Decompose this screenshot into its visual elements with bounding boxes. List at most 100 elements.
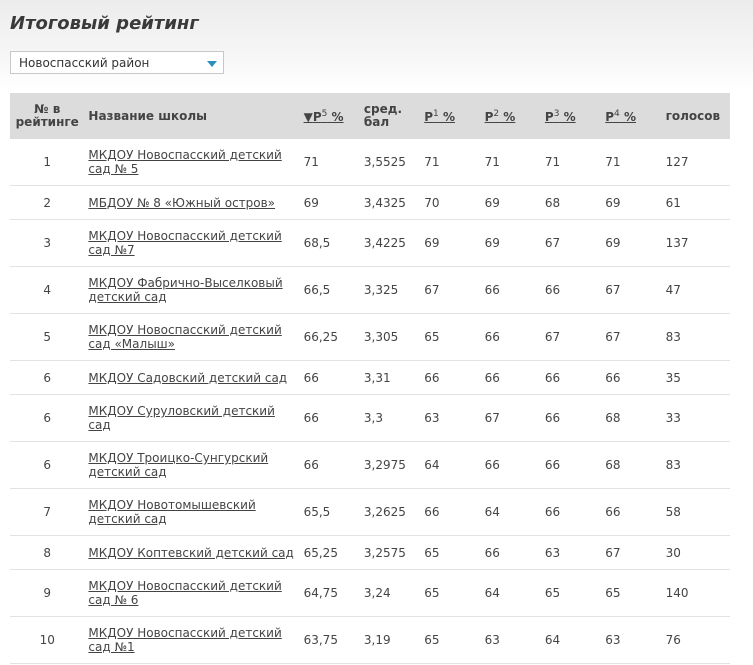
school-link[interactable]: МКДОУ Садовский детский сад [88, 371, 287, 385]
sort-desc-icon: ▼ [303, 110, 313, 124]
cell-avg: 3,2975 [359, 441, 421, 489]
cell-p2: 69 [480, 219, 541, 267]
table-row: 4 МКДОУ Фабрично-Выселковый детский сад … [10, 266, 730, 314]
cell-votes: 47 [661, 266, 730, 314]
cell-p3: 68 [540, 185, 602, 220]
school-link[interactable]: МКДОУ Новотомышевский детский сад [88, 498, 255, 526]
cell-p4: 66 [601, 360, 662, 395]
school-link[interactable]: МКДОУ Новоспасский детский сад «Малыш» [88, 323, 281, 351]
cell-p3: 66 [540, 360, 602, 395]
cell-rank: 2 [10, 185, 85, 220]
cell-p4: 65 [601, 569, 662, 617]
school-link[interactable]: МКДОУ Новоспасский детский сад №7 [88, 229, 281, 257]
table-row: 10 МКДОУ Новоспасский детский сад №1 63,… [10, 616, 730, 664]
table-row: 9 МКДОУ Новоспасский детский сад № 6 64,… [10, 569, 730, 617]
sort-p5-link[interactable]: ▼P5 % [303, 109, 344, 124]
col-header-p3: P3 % [540, 93, 602, 139]
cell-p4: 71 [601, 139, 662, 186]
cell-name: МКДОУ Новоспасский детский сад №1 [84, 616, 300, 664]
cell-p4: 63 [601, 616, 662, 664]
sort-p3-link[interactable]: P3 % [545, 109, 576, 124]
cell-p5: 66,5 [299, 266, 360, 314]
table-row: 2 МБДОУ № 8 «Южный остров» 69 3,4325 70 … [10, 185, 730, 220]
school-link[interactable]: МКДОУ Троицко-Сунгурский детский сад [88, 451, 268, 479]
col-header-avg: сред. бал [359, 93, 421, 139]
cell-p5: 66,25 [299, 313, 360, 361]
cell-avg: 3,5525 [359, 139, 421, 186]
cell-avg: 3,305 [359, 313, 421, 361]
cell-name: МКДОУ Суруловский детский сад [84, 394, 300, 442]
school-link[interactable]: МКДОУ Новоспасский детский сад № 6 [88, 579, 281, 607]
cell-p3: 64 [540, 616, 602, 664]
cell-p3: 66 [540, 266, 602, 314]
sort-p2-link[interactable]: P2 % [485, 109, 516, 124]
table-row: 8 МКДОУ Коптевский детский сад 65,25 3,2… [10, 535, 730, 570]
cell-p3: 66 [540, 394, 602, 442]
cell-name: МКДОУ Троицко-Сунгурский детский сад [84, 441, 300, 489]
district-select[interactable]: Новоспасский район [10, 51, 224, 74]
cell-p3: 71 [540, 139, 602, 186]
cell-name: МКДОУ Новоспасский детский сад № 6 [84, 569, 300, 617]
table-row: 6 МКДОУ Суруловский детский сад 66 3,3 6… [10, 394, 730, 442]
cell-p2: 64 [480, 569, 541, 617]
cell-p3: 67 [540, 219, 602, 267]
school-link[interactable]: МКДОУ Новоспасский детский сад №1 [88, 626, 281, 654]
cell-p1: 65 [420, 535, 481, 570]
cell-p3: 67 [540, 313, 602, 361]
col-header-name: Название школы [84, 93, 300, 139]
cell-p1: 65 [420, 616, 481, 664]
cell-rank: 10 [10, 616, 85, 664]
col-header-p2: P2 % [480, 93, 541, 139]
cell-rank: 8 [10, 535, 85, 570]
cell-name: МКДОУ Фабрично-Выселковый детский сад [84, 266, 300, 314]
cell-p2: 66 [480, 266, 541, 314]
cell-avg: 3,2625 [359, 488, 421, 536]
cell-p5: 69 [299, 185, 360, 220]
cell-p5: 71 [299, 139, 360, 186]
cell-name: МКДОУ Новоспасский детский сад № 5 [84, 139, 300, 186]
cell-name: МКДОУ Новоспасский детский сад №7 [84, 219, 300, 267]
sort-p4-link[interactable]: P4 % [605, 109, 636, 124]
school-link[interactable]: МКДОУ Суруловский детский сад [88, 404, 274, 432]
cell-rank: 1 [10, 139, 85, 186]
cell-p2: 67 [480, 394, 541, 442]
cell-p1: 66 [420, 488, 481, 536]
school-link[interactable]: МКДОУ Фабрично-Выселковый детский сад [88, 276, 282, 304]
cell-avg: 3,4325 [359, 185, 421, 220]
cell-rank: 4 [10, 266, 85, 314]
cell-p4: 67 [601, 313, 662, 361]
cell-p4: 68 [601, 394, 662, 442]
sort-p1-link[interactable]: P1 % [424, 109, 455, 124]
cell-avg: 3,19 [359, 616, 421, 664]
cell-avg: 3,24 [359, 569, 421, 617]
cell-rank: 5 [10, 313, 85, 361]
cell-p1: 70 [420, 185, 481, 220]
col-header-p4: P4 % [601, 93, 662, 139]
school-link[interactable]: МКДОУ Новоспасский детский сад № 5 [88, 148, 281, 176]
cell-avg: 3,2575 [359, 535, 421, 570]
col-header-p1: P1 % [420, 93, 481, 139]
cell-votes: 61 [661, 185, 730, 220]
cell-p5: 63,75 [299, 616, 360, 664]
cell-p1: 67 [420, 266, 481, 314]
cell-rank: 3 [10, 219, 85, 267]
cell-p4: 67 [601, 266, 662, 314]
cell-votes: 137 [661, 219, 730, 267]
school-link[interactable]: МКДОУ Коптевский детский сад [88, 546, 293, 560]
cell-rank: 6 [10, 394, 85, 442]
cell-p2: 66 [480, 313, 541, 361]
table-row: 1 МКДОУ Новоспасский детский сад № 5 71 … [10, 139, 730, 186]
cell-p5: 65,5 [299, 488, 360, 536]
cell-p2: 69 [480, 185, 541, 220]
cell-p2: 64 [480, 488, 541, 536]
chevron-down-icon[interactable] [207, 61, 217, 67]
cell-avg: 3,31 [359, 360, 421, 395]
cell-votes: 140 [661, 569, 730, 617]
cell-avg: 3,325 [359, 266, 421, 314]
school-link[interactable]: МБДОУ № 8 «Южный остров» [88, 196, 275, 210]
cell-votes: 127 [661, 139, 730, 186]
cell-p3: 65 [540, 569, 602, 617]
table-row: 3 МКДОУ Новоспасский детский сад №7 68,5… [10, 219, 730, 267]
table-row: 5 МКДОУ Новоспасский детский сад «Малыш»… [10, 313, 730, 361]
table-row: 6 МКДОУ Садовский детский сад 66 3,31 66… [10, 360, 730, 395]
